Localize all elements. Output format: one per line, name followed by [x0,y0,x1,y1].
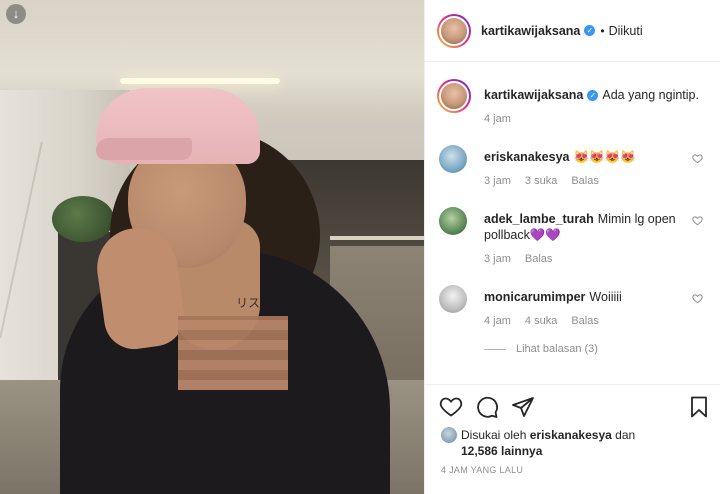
liked-by-text: Disukai oleh eriskanakesya dan 12,586 la… [461,427,711,459]
comment-meta: 3 jam 3 suka Balas [484,175,599,187]
liked-by-user[interactable]: eriskanakesya [530,428,612,442]
photo-censor-blur [178,316,288,390]
avatar [439,15,469,46]
post-actions: Disukai oleh eriskanakesya dan 12,586 la… [425,384,720,494]
comment-username[interactable]: monicarumimper [484,290,585,304]
avatar[interactable] [439,285,467,313]
avatar[interactable] [439,207,467,235]
comment-likes-count[interactable]: 4 suka [525,315,557,327]
caption-avatar-ring[interactable] [437,79,471,113]
comment-heart-icon[interactable] [692,215,703,229]
post-photo[interactable]: リス ↓ [0,0,424,494]
liked-by-prefix: Disukai oleh [461,428,527,442]
liked-by[interactable]: Disukai oleh eriskanakesya dan 12,586 la… [441,427,711,459]
comment-text-row: eriskanakesya 😻😻😻😻 [484,149,706,165]
post-timestamp[interactable]: 4 JAM YANG LALU [441,465,523,475]
view-replies-line [484,348,506,350]
caption-text: Ada yang ngintip. [602,88,699,102]
view-replies-button[interactable]: Lihat balasan (3) [484,343,598,355]
reply-button[interactable]: Balas [525,253,553,265]
avatar[interactable] [439,145,467,173]
comment-text-row: adek_lambe_turah Mimin lg open pollback💜💜 [484,211,706,243]
bookmark-icon[interactable] [687,395,711,419]
view-replies-label: Lihat balasan (3) [516,343,598,355]
reply-button[interactable]: Balas [571,175,599,187]
comment-item: eriskanakesya 😻😻😻😻 3 jam 3 suka Balas [437,145,717,205]
comments-list[interactable]: kartikawijaksana ✓ Ada yang ngintip. 4 jam… [425,63,720,383]
comment-text: Woiiiii [589,290,622,304]
follow-status-button[interactable]: Diikuti [609,24,643,38]
arrow-down-icon[interactable]: ↓ [6,4,26,24]
comment-time: 3 jam [484,175,511,187]
verified-badge-icon: ✓ [584,25,596,36]
post-side-panel: kartikawijaksana ✓ • Diikuti kartikawija… [424,0,720,494]
comment-item: monicarumimper Woiiiii 4 jam 4 suka Balas [437,285,717,345]
comment-username[interactable]: eriskanakesya [484,150,570,164]
share-icon[interactable] [511,395,535,419]
avatar [441,427,457,443]
photo-tattoo-text: リス [236,296,261,310]
comment-icon[interactable] [475,395,499,419]
comment-username[interactable]: adek_lambe_turah [484,212,594,226]
author-avatar-ring[interactable] [437,13,471,48]
comment-meta: 3 jam Balas [484,253,552,265]
comment-heart-icon[interactable] [692,293,703,307]
liked-by-conjunction: dan [615,428,636,442]
caption-meta: 4 jam [484,113,511,125]
caption-text-row: kartikawijaksana ✓ Ada yang ngintip. [484,87,706,103]
heart-icon[interactable] [439,395,463,419]
comment-text: 😻😻😻😻 [573,150,636,164]
comment-heart-icon[interactable] [692,153,703,167]
author-username[interactable]: kartikawijaksana [481,24,580,38]
comment-item: adek_lambe_turah Mimin lg open pollback💜💜… [437,207,717,267]
reply-button[interactable]: Balas [571,315,599,327]
caption-username[interactable]: kartikawijaksana [484,88,583,102]
post-header: kartikawijaksana ✓ • Diikuti [425,0,720,62]
avatar [439,81,469,111]
photo-plant [52,196,114,242]
comment-time: 3 jam [484,253,511,265]
photo-railing [330,236,424,240]
caption-time: 4 jam [484,113,511,125]
liked-by-others[interactable]: 12,586 lainnya [461,444,542,458]
header-separator: • [600,23,605,38]
comment-time: 4 jam [484,315,511,327]
comment-text-row: monicarumimper Woiiiii [484,289,706,305]
comment-likes-count[interactable]: 3 suka [525,175,557,187]
verified-badge-icon: ✓ [587,90,599,102]
comment-meta: 4 jam 4 suka Balas [484,315,599,327]
photo-ceiling-light [120,78,280,84]
photo-cap-brim [96,138,192,160]
